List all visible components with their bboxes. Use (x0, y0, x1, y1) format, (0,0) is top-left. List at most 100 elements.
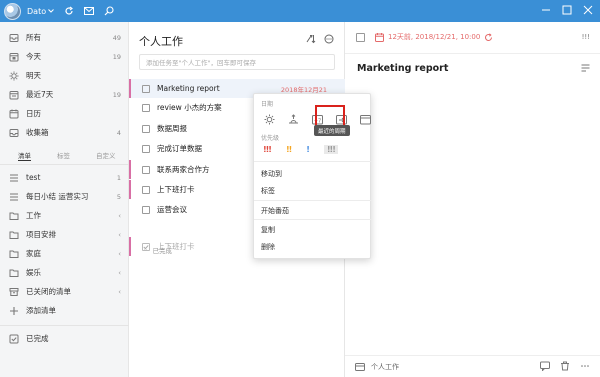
detail-title[interactable]: Marketing report (357, 63, 448, 74)
task-checkbox[interactable] (142, 205, 150, 214)
custom-date-icon[interactable] (359, 113, 371, 125)
menu-item-delete[interactable]: 删除 (261, 242, 275, 252)
task-checkbox[interactable] (142, 103, 150, 112)
sidebar-item-entertainment[interactable]: 娱乐 ‹ (0, 264, 129, 281)
today-sun-icon[interactable] (263, 113, 275, 125)
priority-section-label: 优先级 (261, 135, 280, 142)
chevron-left-icon[interactable]: ‹ (118, 212, 121, 220)
priority-none-option[interactable]: !!! (323, 145, 338, 154)
menu-item-tags[interactable]: 标签 (261, 186, 275, 196)
menu-divider (254, 219, 372, 220)
list-toolbar (305, 34, 334, 46)
tab-custom[interactable]: 自定义 (96, 150, 116, 164)
add-list-button[interactable]: 添加清单 (0, 302, 129, 319)
mail-icon[interactable] (84, 6, 95, 16)
trash-icon[interactable] (560, 361, 570, 373)
folder-icon (9, 230, 19, 240)
task-title: Marketing report (157, 84, 220, 93)
sidebar-item-today[interactable]: 今天 19 (0, 48, 129, 65)
sidebar: 所有 49 今天 19 明天 最近7天 19 日历 收集箱 4 清单 标签 自定… (0, 22, 129, 377)
sidebar-item-inbox[interactable]: 收集箱 4 (0, 124, 129, 141)
chevron-left-icon[interactable]: ‹ (118, 269, 121, 277)
task-checkbox[interactable] (142, 185, 150, 194)
chevron-left-icon[interactable]: ‹ (118, 288, 121, 296)
calendar-today-icon (9, 52, 19, 62)
sidebar-item-tomorrow[interactable]: 明天 (0, 67, 129, 84)
priority-medium-option[interactable]: !! (286, 145, 292, 154)
tab-tags[interactable]: 标签 (57, 150, 70, 164)
sidebar-item-projects[interactable]: 项目安排 ‹ (0, 226, 129, 243)
detail-checkbox[interactable] (356, 33, 365, 42)
divider (0, 164, 129, 165)
refresh-icon[interactable] (64, 6, 74, 16)
list-icon (9, 192, 19, 202)
tooltip: 最近的周期 (314, 125, 350, 136)
sidebar-item-next7days[interactable]: 最近7天 19 (0, 86, 129, 103)
sidebar-item-label: 家庭 (26, 249, 41, 258)
priority-flag-icon[interactable]: !!! (582, 33, 590, 41)
menu-item-duplicate[interactable]: 复制 (261, 225, 275, 235)
sun-icon (9, 71, 19, 81)
add-task-input[interactable]: 添加任务至"个人工作"，回车即可保存 (139, 54, 335, 70)
sidebar-item-work[interactable]: 工作 ‹ (0, 207, 129, 224)
close-icon[interactable] (582, 4, 594, 16)
sidebar-item-family[interactable]: 家庭 ‹ (0, 245, 129, 262)
task-checkbox[interactable] (142, 84, 150, 93)
description-toggle-icon[interactable] (581, 64, 590, 74)
add-list-label: 添加清单 (26, 306, 56, 315)
calendar-icon (9, 109, 19, 119)
chevron-down-icon (48, 9, 54, 13)
minimize-icon[interactable] (540, 4, 552, 16)
menu-item-start-pomodoro[interactable]: 开始番茄 (261, 206, 289, 216)
sidebar-item-label: 日历 (26, 109, 41, 118)
sidebar-item-label: 项目安排 (26, 230, 56, 239)
sidebar-item-calendar[interactable]: 日历 (0, 105, 129, 122)
inbox-stack-icon (9, 33, 19, 43)
menu-divider (254, 200, 372, 201)
task-checkbox[interactable] (142, 144, 150, 153)
more-icon[interactable] (580, 361, 590, 373)
search-icon[interactable] (104, 6, 114, 16)
detail-date[interactable]: 12天前, 2018/12/21, 10:00 (375, 32, 493, 42)
count-badge: 49 (112, 33, 121, 42)
detail-footer: 个人工作 (345, 355, 600, 377)
calendar-icon (375, 32, 384, 42)
more-icon[interactable] (324, 34, 334, 46)
sidebar-item-label: 工作 (26, 211, 41, 220)
sidebar-item-completed[interactable]: 已完成 (0, 330, 129, 347)
task-checkbox[interactable] (142, 124, 150, 133)
sidebar-item-all[interactable]: 所有 49 (0, 29, 129, 46)
detail-date-text: 12天前, 2018/12/21, 10:00 (388, 33, 481, 41)
sidebar-item-label: 所有 (26, 33, 41, 42)
comment-icon[interactable] (540, 361, 550, 373)
add-task-placeholder: 添加任务至"个人工作"，回车即可保存 (146, 59, 256, 67)
detail-header: 12天前, 2018/12/21, 10:00 !!! (345, 22, 600, 54)
chevron-left-icon[interactable]: ‹ (118, 250, 121, 258)
sidebar-item-label: 明天 (26, 71, 41, 80)
count-badge: 1 (116, 173, 121, 182)
sidebar-item-test[interactable]: test 1 (0, 169, 129, 186)
task-checkbox-checked[interactable] (142, 242, 150, 251)
sidebar-item-closed-lists[interactable]: 已关闭的清单 ‹ (0, 283, 129, 300)
inbox-icon (9, 128, 19, 138)
checkbox-checked-icon (9, 334, 19, 344)
detail-list-name[interactable]: 个人工作 (371, 362, 540, 372)
user-menu[interactable]: Dato (27, 7, 54, 16)
tomorrow-sunrise-icon[interactable] (287, 113, 299, 125)
tab-lists[interactable]: 清单 (18, 150, 31, 161)
task-checkbox[interactable] (142, 165, 150, 174)
folder-icon (9, 249, 19, 259)
priority-high-option[interactable]: !!! (263, 145, 272, 154)
sidebar-item-daily-summary[interactable]: 每日小结 运营实习 5 (0, 188, 129, 205)
chevron-left-icon[interactable]: ‹ (118, 231, 121, 239)
menu-item-move-to[interactable]: 移动到 (261, 169, 282, 179)
priority-low-option[interactable]: ! (306, 145, 310, 154)
task-due-date: 2018年12月21 (280, 85, 327, 94)
avatar[interactable] (4, 2, 21, 20)
sort-icon[interactable] (305, 34, 316, 46)
sidebar-item-label: 已关闭的清单 (26, 287, 71, 296)
maximize-icon[interactable] (561, 4, 573, 16)
task-detail-panel: 12天前, 2018/12/21, 10:00 !!! Marketing re… (345, 22, 600, 377)
menu-divider (254, 161, 372, 162)
sidebar-item-label: 收集箱 (26, 128, 49, 137)
